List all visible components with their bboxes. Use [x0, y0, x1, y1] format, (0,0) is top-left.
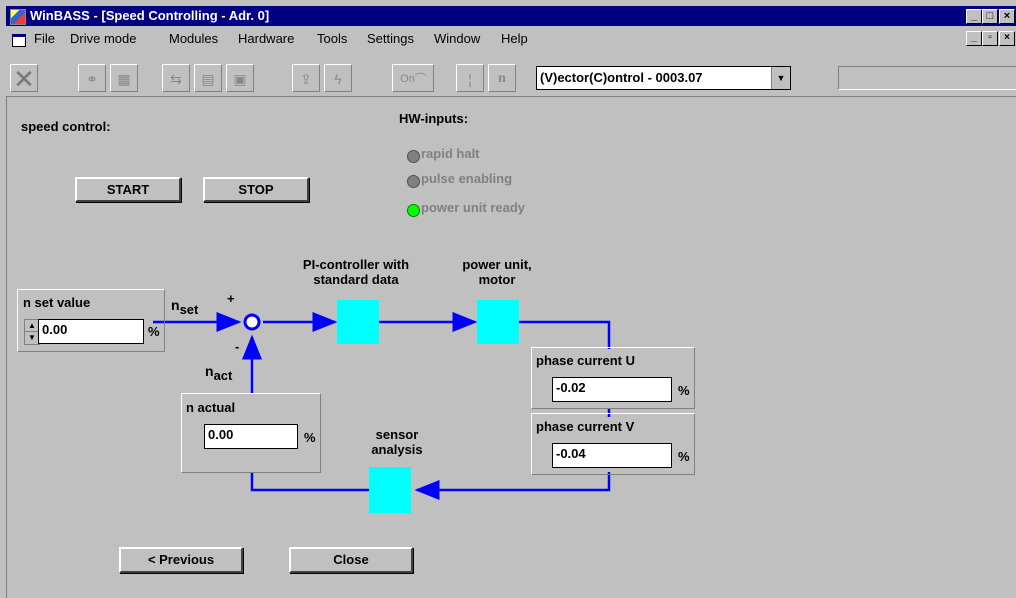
module-icon[interactable]: ▦	[110, 64, 138, 92]
minimize-icon[interactable]: _	[966, 9, 982, 24]
app-icon[interactable]	[10, 9, 26, 25]
phase-current-v-label: phase current V	[536, 419, 635, 434]
drive-select[interactable]: (V)ector(C)ontrol - 0003.07 ▼	[536, 66, 791, 90]
n-act-signal-label: nact	[205, 363, 233, 383]
phase-current-v-panel: phase current V -0.04 %	[531, 413, 695, 475]
menu-help[interactable]: Help	[501, 31, 528, 46]
phase-current-v-unit: %	[678, 449, 690, 464]
save-parameters-icon[interactable]: ▣	[226, 64, 254, 92]
n-actual-unit: %	[304, 430, 316, 445]
disconnect-icon[interactable]: ✕	[10, 64, 38, 93]
link-icon[interactable]: ⚭	[78, 64, 106, 92]
speed-n-button[interactable]: n	[488, 64, 516, 92]
sensor-caption: sensor analysis	[371, 427, 423, 457]
speed-control-panel: speed control: START STOP HW-inputs: rap…	[6, 97, 1016, 598]
chevron-down-icon[interactable]: ▼	[771, 67, 790, 89]
phase-current-u-field: -0.02	[552, 377, 672, 402]
parameter-list-icon[interactable]: ▤	[194, 64, 222, 92]
close-icon[interactable]: ×	[999, 9, 1015, 24]
menu-file[interactable]: File	[34, 31, 55, 46]
n-set-value-label: n set value	[23, 295, 91, 310]
jog-icon[interactable]: ¦	[456, 64, 484, 92]
status-field	[838, 66, 1016, 90]
mdi-minimize-icon[interactable]: _	[966, 31, 982, 46]
phase-current-u-panel: phase current U -0.02 %	[531, 347, 695, 409]
title-bar[interactable]: WinBASS - [Speed Controlling - Adr. 0] _…	[6, 6, 1016, 26]
previous-button[interactable]: < Previous	[119, 547, 243, 573]
menu-drive-mode[interactable]: Drive mode	[70, 31, 136, 46]
power-unit-block	[477, 300, 519, 344]
upload-icon[interactable]: ⇪	[292, 64, 320, 92]
menu-tools[interactable]: Tools	[317, 31, 347, 46]
menu-settings[interactable]: Settings	[367, 31, 414, 46]
power-unit-caption: power unit, motor	[462, 257, 532, 287]
menu-modules[interactable]: Modules	[169, 31, 218, 46]
window-title: WinBASS - [Speed Controlling - Adr. 0]	[30, 8, 270, 23]
maximize-icon[interactable]: □	[982, 9, 998, 24]
n-actual-field: 0.00	[204, 424, 298, 449]
drive-select-value: (V)ector(C)ontrol - 0003.07	[540, 70, 703, 85]
pi-controller-block	[337, 300, 379, 344]
on-label: On	[400, 73, 415, 85]
transfer-icon[interactable]: ⇆	[162, 64, 190, 92]
n-actual-label: n actual	[186, 400, 236, 415]
pi-controller-caption: PI-controller with standard data	[302, 257, 410, 287]
mdi-close-icon[interactable]: ×	[999, 31, 1015, 46]
minus-sign: -	[235, 339, 240, 354]
n-set-signal-label: nset	[171, 297, 199, 317]
phase-current-u-label: phase current U	[536, 353, 635, 368]
phase-current-v-field: -0.04	[552, 443, 672, 468]
document-icon[interactable]	[12, 34, 26, 47]
on-off-button[interactable]: On⌒	[392, 64, 434, 92]
n-set-unit: %	[148, 324, 160, 339]
menu-window[interactable]: Window	[434, 31, 480, 46]
menu-bar: File Drive mode Modules Hardware Tools S…	[6, 27, 1016, 49]
mdi-restore-icon[interactable]: ▫	[982, 31, 998, 46]
menu-hardware[interactable]: Hardware	[238, 31, 294, 46]
phase-current-u-unit: %	[678, 383, 690, 398]
plus-sign: +	[227, 291, 235, 306]
sensor-analysis-block	[369, 467, 411, 513]
toolbar: ✕ ⚭ ▦ ⇆ ▤ ▣ ⇪ ϟ On⌒ ¦ n (V)ector(C)ontro…	[6, 50, 1016, 97]
n-label: n	[498, 71, 506, 86]
n-actual-panel: n actual 0.00 %	[181, 393, 321, 473]
n-set-value-panel: n set value ▲ ▼ 0.00 %	[17, 289, 165, 352]
n-set-value-input[interactable]: 0.00	[38, 319, 144, 344]
spin-up-icon[interactable]: ▲	[25, 320, 39, 332]
spin-down-icon[interactable]: ▼	[25, 332, 39, 343]
close-button[interactable]: Close	[289, 547, 413, 573]
lightning-icon[interactable]: ϟ	[324, 64, 352, 92]
